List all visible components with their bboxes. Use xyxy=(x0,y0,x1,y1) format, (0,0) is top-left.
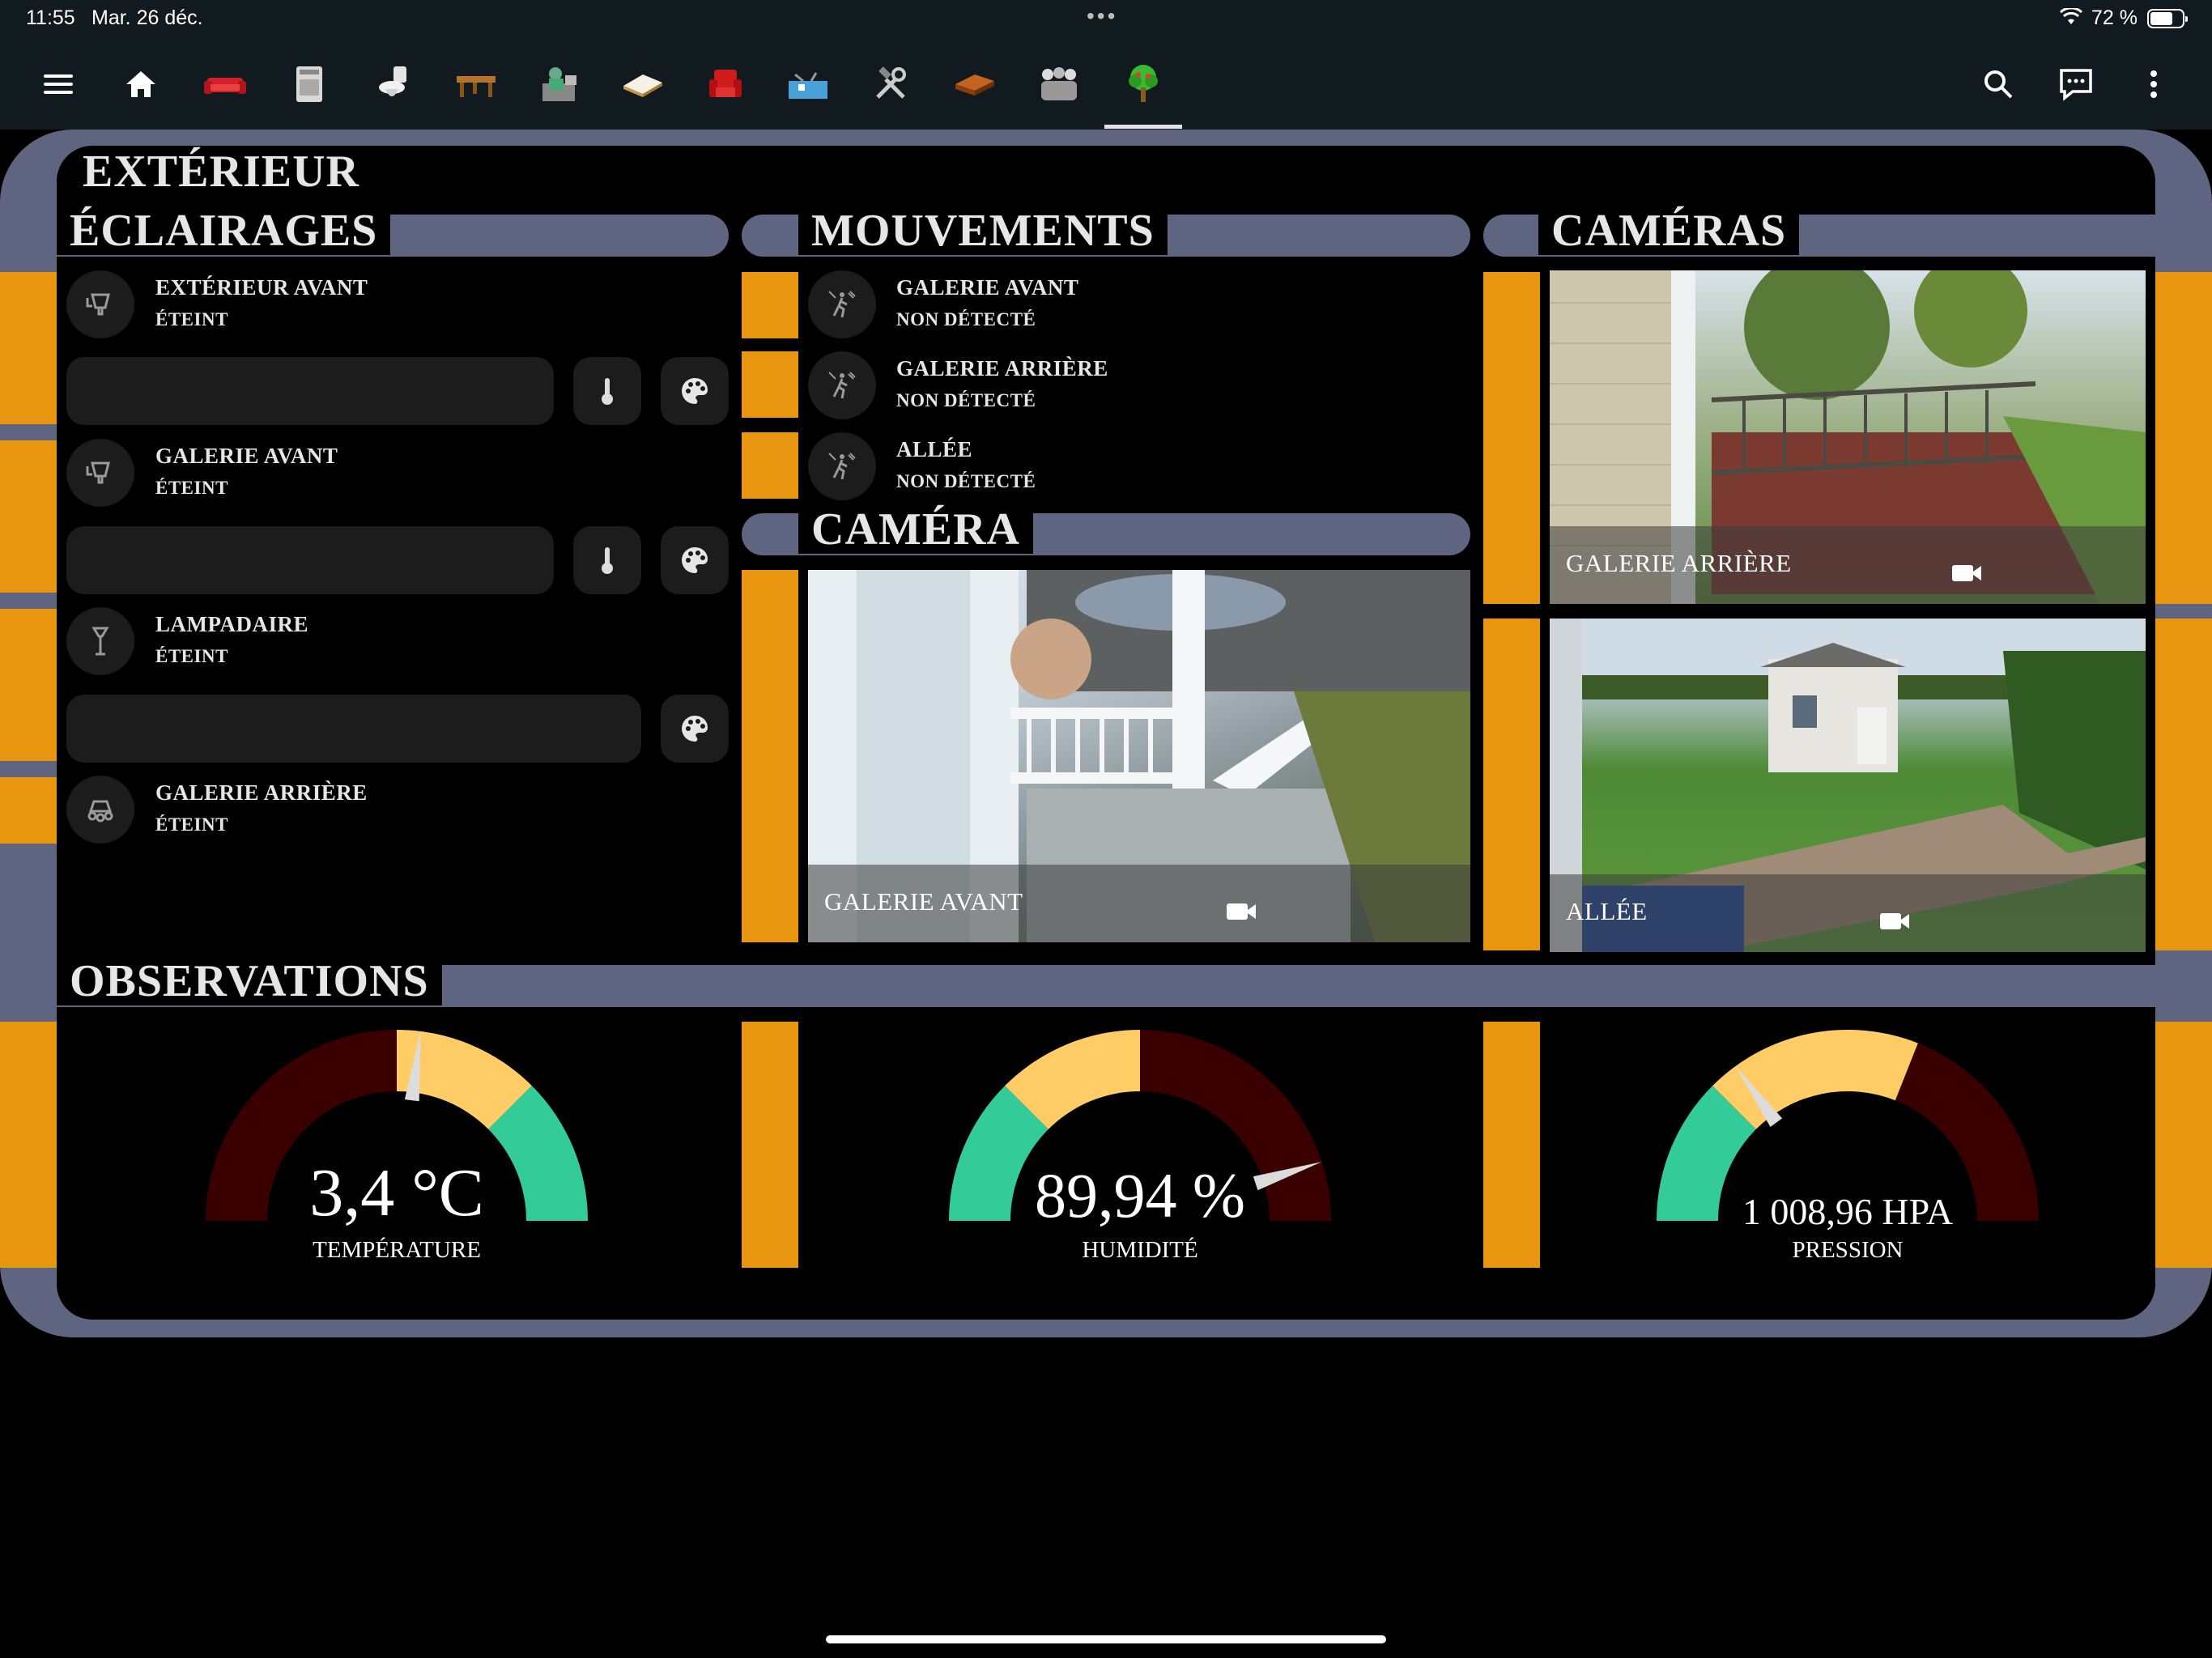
cameras-title: CAMÉRAS xyxy=(1538,206,1800,255)
home-icon[interactable] xyxy=(117,60,165,108)
family-icon[interactable] xyxy=(1035,60,1083,108)
more-options-icon[interactable] xyxy=(2131,63,2176,105)
pressure-label: PRESSION xyxy=(1792,1237,1904,1263)
motion-sensor-icon[interactable] xyxy=(808,351,876,419)
assist-chat-icon[interactable] xyxy=(2053,63,2099,105)
video-camera-icon[interactable] xyxy=(1225,900,1257,923)
color-temp-button[interactable] xyxy=(573,526,641,594)
accent-block xyxy=(0,609,57,761)
color-palette-button[interactable] xyxy=(661,526,729,594)
brightness-slider[interactable] xyxy=(66,357,554,425)
pressure-value: 1 008,96 HPA xyxy=(1742,1191,1954,1232)
bed-icon[interactable] xyxy=(619,60,667,108)
light-name[interactable]: EXTÉRIEUR AVANT xyxy=(155,275,368,300)
floor-lamp-icon[interactable] xyxy=(66,607,134,675)
camera-feed-driveway[interactable]: ALLÉE xyxy=(1550,619,2146,952)
tools-icon[interactable] xyxy=(866,60,915,108)
accent-block xyxy=(742,432,798,499)
light-state: ÉTEINT xyxy=(155,814,228,835)
accent-block xyxy=(1483,272,1540,604)
motion-title: MOUVEMENTS xyxy=(798,206,1168,255)
office-icon[interactable] xyxy=(536,60,585,108)
motion-name[interactable]: ALLÉE xyxy=(896,437,972,462)
camera-feed-backyard[interactable]: GALERIE ARRIÈRE xyxy=(1550,270,2146,604)
light-state: ÉTEINT xyxy=(155,309,228,329)
accent-block xyxy=(0,440,57,593)
wifi-icon xyxy=(2060,8,2082,24)
attic-icon[interactable] xyxy=(951,60,999,108)
toilet-icon[interactable] xyxy=(369,60,418,108)
brightness-slider[interactable] xyxy=(66,695,641,763)
status-time: 11:55 xyxy=(26,6,75,29)
light-state: ÉTEINT xyxy=(155,478,228,498)
page-title: EXTÉRIEUR xyxy=(83,147,359,197)
temperature-value: 3,4 °C xyxy=(309,1155,484,1231)
outdoor-lamp-icon[interactable] xyxy=(66,270,134,338)
sofa-icon[interactable] xyxy=(201,60,249,108)
outdoor-lamp-icon[interactable] xyxy=(66,439,134,507)
accent-block xyxy=(0,1022,57,1268)
light-state: ÉTEINT xyxy=(155,646,228,666)
status-bar: 11:55 Mar. 26 déc. ••• 72 % xyxy=(0,0,2212,39)
accent-block xyxy=(742,272,798,338)
multitask-dots[interactable]: ••• xyxy=(1087,3,1117,29)
accent-block xyxy=(1483,1022,1540,1268)
video-camera-icon[interactable] xyxy=(1950,562,1983,585)
stove-icon[interactable] xyxy=(285,60,334,108)
top-toolbar xyxy=(0,39,2212,130)
lighting-title: ÉCLAIRAGES xyxy=(57,206,391,255)
video-camera-icon[interactable] xyxy=(1878,910,1911,933)
motion-name[interactable]: GALERIE ARRIÈRE xyxy=(896,356,1108,381)
color-palette-button[interactable] xyxy=(661,357,729,425)
light-name[interactable]: GALERIE AVANT xyxy=(155,444,338,469)
camera-feed-label: ALLÉE xyxy=(1566,897,1648,925)
armchair-icon[interactable] xyxy=(701,60,750,108)
motion-state: NON DÉTECTÉ xyxy=(896,471,1036,491)
tree-icon[interactable] xyxy=(1119,60,1168,108)
menu-icon[interactable] xyxy=(36,63,81,105)
accent-block xyxy=(742,351,798,418)
ceiling-light-icon[interactable] xyxy=(66,776,134,844)
color-temp-button[interactable] xyxy=(573,357,641,425)
table-icon[interactable] xyxy=(452,60,500,108)
status-date: Mar. 26 déc. xyxy=(91,6,203,29)
motion-state: NON DÉTECTÉ xyxy=(896,309,1036,329)
temperature-label: TEMPÉRATURE xyxy=(313,1237,481,1263)
humidity-label: HUMIDITÉ xyxy=(1082,1237,1198,1263)
motion-sensor-icon[interactable] xyxy=(808,432,876,500)
brightness-slider[interactable] xyxy=(66,526,554,594)
battery-icon xyxy=(2147,9,2188,28)
humidity-value: 89,94 % xyxy=(1035,1160,1245,1231)
observations-title: OBSERVATIONS xyxy=(57,957,442,1005)
camera-feed-label: GALERIE ARRIÈRE xyxy=(1566,549,1792,577)
battery-percent: 72 % xyxy=(2091,6,2138,29)
accent-block xyxy=(2155,272,2212,604)
search-icon[interactable] xyxy=(1976,63,2021,105)
accent-block xyxy=(0,272,57,424)
active-tab-indicator xyxy=(1104,125,1182,129)
color-palette-button[interactable] xyxy=(661,695,729,763)
light-name[interactable]: GALERIE ARRIÈRE xyxy=(155,780,368,806)
accent-block xyxy=(1483,619,1540,950)
accent-block xyxy=(2155,619,2212,950)
basement-icon[interactable] xyxy=(784,60,832,108)
motion-sensor-icon[interactable] xyxy=(808,270,876,338)
accent-block xyxy=(742,1022,798,1268)
motion-name[interactable]: GALERIE AVANT xyxy=(896,275,1078,300)
camera-title: CAMÉRA xyxy=(798,505,1033,554)
light-name[interactable]: LAMPADAIRE xyxy=(155,612,308,637)
motion-state: NON DÉTECTÉ xyxy=(896,390,1036,410)
camera-feed-front[interactable]: GALERIE AVANT xyxy=(808,570,1470,942)
accent-block xyxy=(2155,1022,2212,1268)
accent-block xyxy=(0,777,57,844)
accent-block xyxy=(742,570,798,942)
home-indicator[interactable] xyxy=(826,1635,1386,1643)
camera-feed-label: GALERIE AVANT xyxy=(824,887,1023,916)
